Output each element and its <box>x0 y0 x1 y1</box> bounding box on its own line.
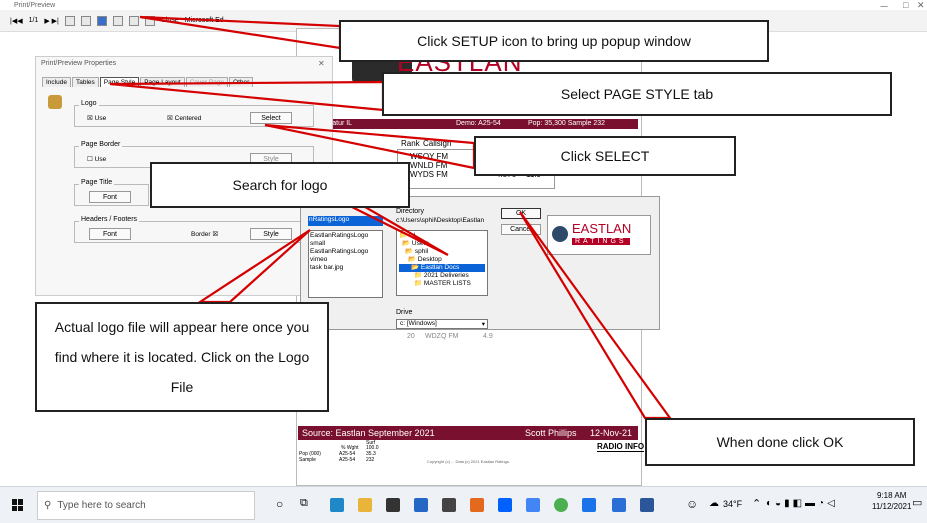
callout-search: Search for logo <box>150 162 410 208</box>
arrow-actual <box>196 229 311 304</box>
callout-actual-logo: Actual logo file will appear here once y… <box>35 302 329 412</box>
callout-ok: When done click OK <box>645 418 915 466</box>
callout-setup: Click SETUP icon to bring up popup windo… <box>339 20 769 62</box>
arrow-page-style <box>109 80 385 112</box>
callout-page-style: Select PAGE STYLE tab <box>382 72 892 116</box>
arrow-setup <box>139 15 342 50</box>
arrow-ok <box>519 211 673 420</box>
callout-select: Click SELECT <box>474 136 736 176</box>
